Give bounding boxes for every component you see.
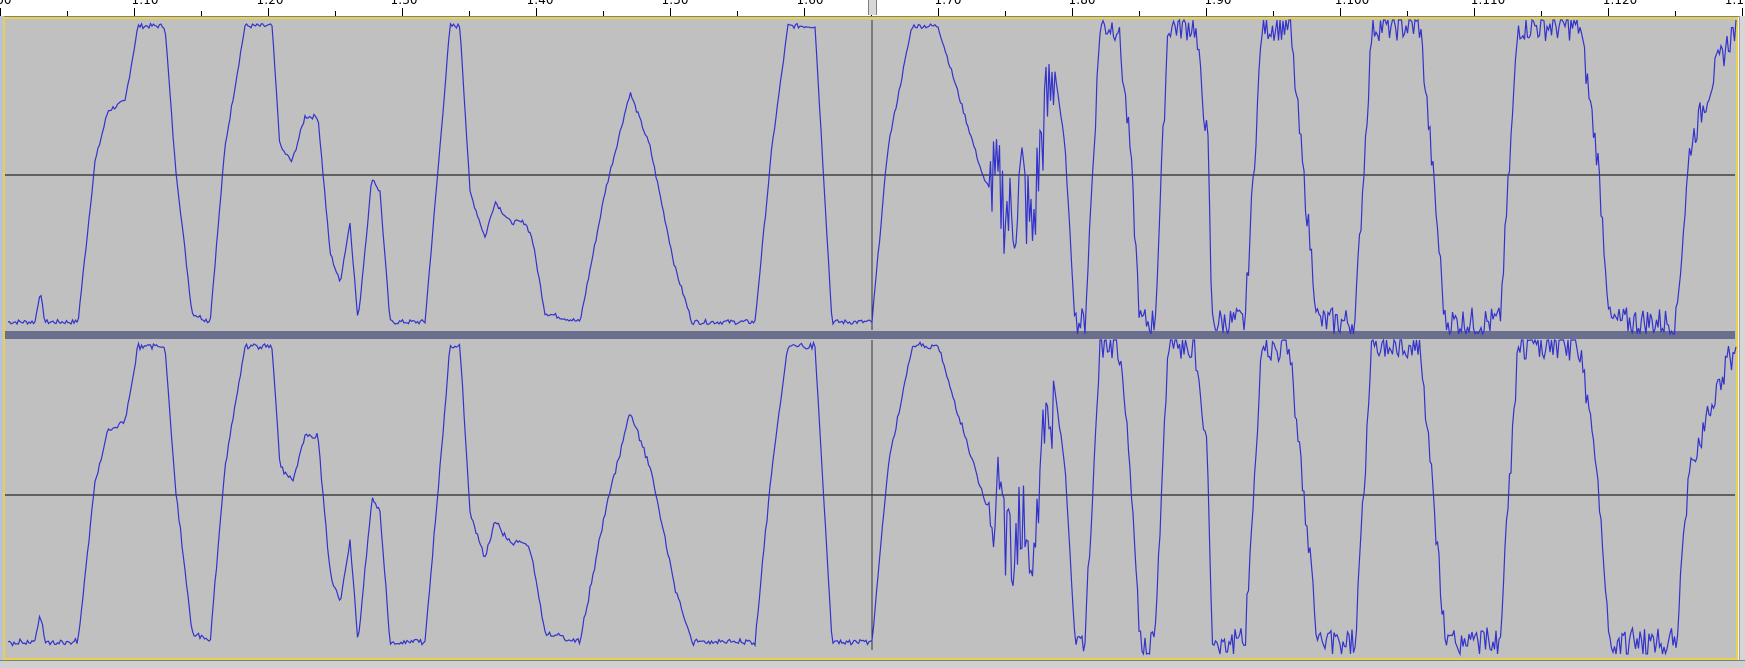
track-separator[interactable] <box>5 331 1735 339</box>
waveform-display[interactable] <box>0 0 1745 667</box>
